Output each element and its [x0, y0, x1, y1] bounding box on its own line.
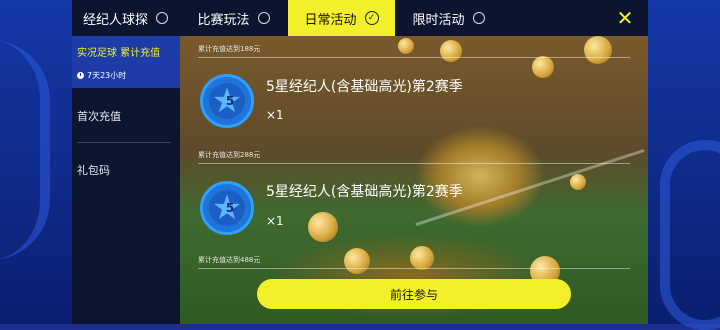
reward-quantity: ×1 — [266, 108, 284, 122]
countdown-timer: 7天23小时 — [77, 70, 126, 81]
radio-circle-icon — [257, 12, 270, 24]
reward-condition: 累计充值达到288元 — [198, 151, 261, 159]
reward-quantity: ×1 — [266, 214, 284, 228]
tab-label: 日常活动 — [304, 12, 357, 28]
close-button[interactable]: ✕ — [602, 0, 648, 36]
badge-number: 5 — [225, 201, 235, 215]
background-coin — [344, 248, 370, 274]
sidebar-item-first-recharge[interactable]: 首次充值 — [77, 108, 121, 124]
clock-icon — [77, 72, 84, 79]
background-coin — [440, 40, 462, 62]
reward-condition: 累计充值达到188元 — [198, 45, 261, 53]
top-tab-bar: 经纪人球探 比赛玩法 日常活动 ✓ 限时活动 ✕ — [72, 0, 648, 36]
background-coin — [398, 38, 414, 54]
tab-label: 经纪人球探 — [82, 12, 148, 28]
background-coin — [410, 246, 434, 270]
star-badge-icon: ★ 5 — [200, 74, 254, 128]
background-right-panel — [648, 0, 720, 330]
sidebar: 实况足球 累计充值 7天23小时 首次充值 礼包码 — [72, 36, 180, 324]
badge-number: 5 — [225, 94, 235, 108]
participate-button[interactable]: 前往参与 — [257, 279, 571, 309]
tab-match-gameplay[interactable]: 比赛玩法 — [179, 0, 288, 36]
background-left-panel — [0, 0, 72, 324]
timer-text: 7天23小时 — [87, 71, 127, 80]
background-coin — [308, 212, 338, 242]
radio-circle-icon — [156, 12, 168, 24]
reward-panel: 累计充值达到188元 ★ 5 5星经纪人(含基础高光)第2赛季 ×1 累计充值达… — [180, 36, 648, 324]
sidebar-item-gift-code[interactable]: 礼包码 — [77, 162, 110, 178]
sidebar-divider — [77, 142, 171, 143]
reward-name: 5星经纪人(含基础高光)第2赛季 — [266, 79, 463, 95]
reward-name: 5星经纪人(含基础高光)第2赛季 — [266, 184, 463, 200]
row-divider — [198, 57, 630, 58]
tab-label: 比赛玩法 — [197, 12, 250, 28]
reward-condition: 累计充值达到488元 — [198, 256, 261, 264]
background-coin — [584, 36, 612, 64]
sidebar-item-cumulative-recharge[interactable]: 实况足球 累计充值 7天23小时 — [72, 36, 180, 88]
background-coin — [532, 56, 554, 78]
background-coin — [570, 174, 586, 190]
close-icon: ✕ — [616, 6, 634, 30]
tab-agent-scout[interactable]: 经纪人球探 — [72, 0, 179, 36]
tab-label: 限时活动 — [412, 12, 465, 28]
row-divider — [198, 163, 630, 164]
star-badge-icon: ★ 5 — [200, 181, 254, 235]
radio-circle-icon — [472, 12, 485, 24]
row-divider — [198, 268, 630, 269]
tab-limited-events[interactable]: 限时活动 — [395, 0, 502, 36]
check-circle-icon: ✓ — [364, 11, 379, 25]
tab-daily-events[interactable]: 日常活动 ✓ — [288, 0, 395, 36]
sidebar-item-label: 实况足球 累计充值 — [77, 48, 161, 59]
